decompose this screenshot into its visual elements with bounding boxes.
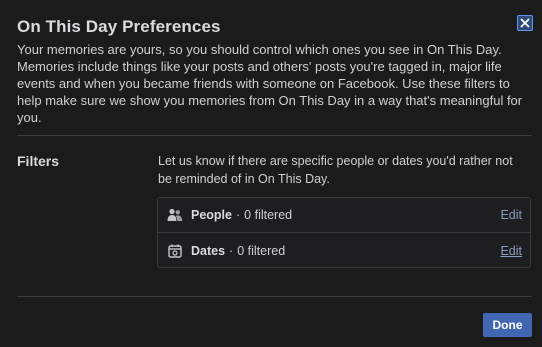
close-button[interactable] bbox=[517, 15, 533, 31]
filter-name-dates: Dates bbox=[191, 243, 226, 258]
on-this-day-preferences-dialog: On This Day Preferences Your memories ar… bbox=[0, 0, 542, 347]
separator-dot: · bbox=[236, 208, 241, 222]
calendar-icon bbox=[167, 243, 183, 259]
edit-people-link[interactable]: Edit bbox=[500, 208, 522, 222]
filter-name-people: People bbox=[191, 208, 232, 222]
intro-text: Your memories are yours, so you should c… bbox=[17, 42, 523, 125]
filter-count-people: 0 filtered bbox=[244, 208, 293, 222]
separator-dot: · bbox=[229, 243, 234, 258]
dialog-title: On This Day Preferences bbox=[17, 17, 221, 36]
people-icon bbox=[167, 207, 183, 223]
filter-row-people: People · 0 filtered Edit bbox=[158, 198, 530, 233]
close-icon bbox=[520, 18, 530, 28]
filters-heading: Filters bbox=[17, 153, 60, 169]
filter-count-dates: 0 filtered bbox=[237, 243, 286, 258]
done-button[interactable]: Done bbox=[483, 313, 532, 337]
filters-description: Let us know if there are specific people… bbox=[158, 154, 513, 186]
divider bbox=[17, 135, 532, 136]
divider bbox=[17, 296, 532, 297]
filters-list: People · 0 filtered Edit Dates · 0 filte… bbox=[157, 197, 531, 268]
edit-dates-link[interactable]: Edit bbox=[500, 244, 522, 258]
filter-row-dates: Dates · 0 filtered Edit bbox=[158, 233, 530, 268]
